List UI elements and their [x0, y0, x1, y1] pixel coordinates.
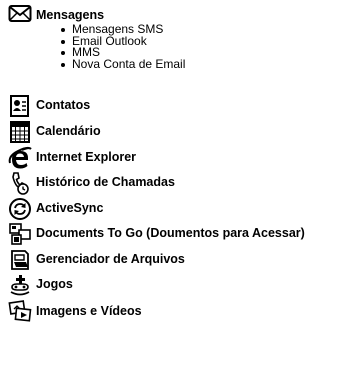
menu-item-label: Contatos	[36, 98, 91, 112]
menu-item-label: ActiveSync	[36, 201, 104, 215]
contacts-card-icon	[8, 94, 32, 118]
menu-item-label: Histórico de Chamadas	[36, 175, 175, 189]
menu-item-label: Jogos	[36, 277, 73, 291]
menu-item-label: Imagens e Vídeos	[36, 304, 142, 318]
calendar-icon	[8, 120, 32, 144]
images-videos-icon	[8, 299, 32, 323]
internet-explorer-icon	[8, 146, 32, 170]
submenu-mensagens: Mensagens SMS Email Outlook MMS Nova Con…	[59, 23, 185, 71]
envelope-icon	[8, 2, 32, 26]
menu-item-label: Internet Explorer	[36, 150, 137, 164]
call-history-icon	[8, 171, 32, 195]
menu-item-label: Mensagens	[36, 8, 105, 22]
file-manager-icon	[8, 248, 32, 272]
submenu-item-nova-conta-email[interactable]: Nova Conta de Email	[59, 58, 185, 71]
menu-item-label: Calendário	[36, 124, 101, 138]
documents-to-go-icon	[8, 222, 32, 246]
activesync-icon	[8, 197, 32, 221]
games-icon	[8, 273, 32, 297]
menu-item-label: Documents To Go (Doumentos para Acessar)	[36, 226, 305, 240]
menu-item-label: Gerenciador de Arquivos	[36, 252, 185, 266]
